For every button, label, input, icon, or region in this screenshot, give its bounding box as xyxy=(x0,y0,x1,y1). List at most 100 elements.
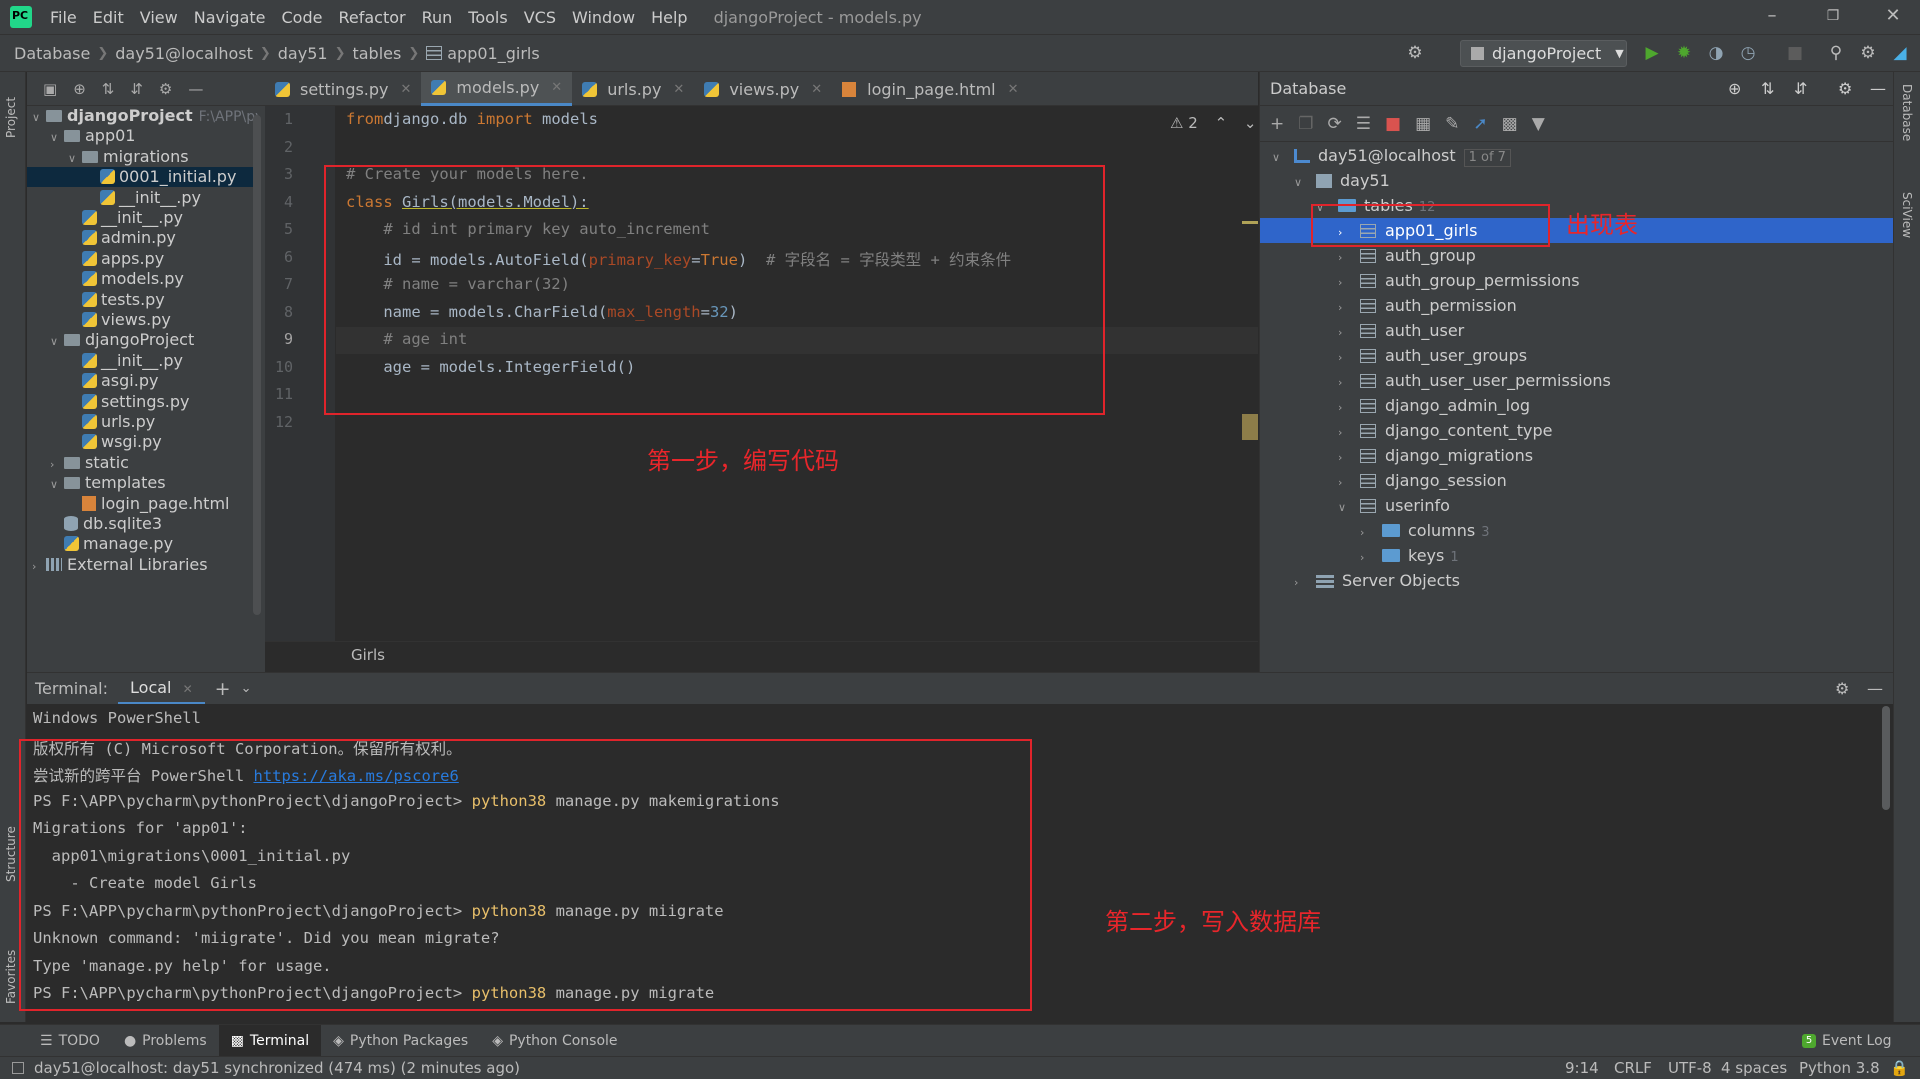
chevron-right-icon[interactable]: › xyxy=(1338,445,1352,470)
close-tab-icon[interactable]: ✕ xyxy=(401,82,412,97)
close-icon[interactable]: ✕ xyxy=(1883,6,1903,26)
new-session-icon[interactable]: + xyxy=(215,678,231,700)
todo-tool-button[interactable]: ☰ TODO xyxy=(28,1025,112,1057)
database-tree-item[interactable]: ∨ day51@localhost 1 of 7 xyxy=(1272,143,1511,168)
chevron-down-icon[interactable]: ∨ xyxy=(1294,170,1308,195)
database-tree-item[interactable]: ∨ day51 xyxy=(1294,168,1390,193)
project-tree-item[interactable]: admin.py xyxy=(68,228,176,248)
event-log-tool-button[interactable]: 5 Event Log xyxy=(1790,1025,1904,1057)
python-console-tool-button[interactable]: ◈ Python Console xyxy=(480,1025,629,1057)
close-tab-icon[interactable]: ✕ xyxy=(551,80,562,95)
chevron-right-icon[interactable]: › xyxy=(1338,420,1352,445)
tab-views-py[interactable]: views.py ✕ xyxy=(694,72,832,106)
run-config-select[interactable]: djangoProject ▼ xyxy=(1460,40,1627,67)
database-tree-item[interactable]: › auth_permission xyxy=(1338,293,1517,318)
database-tree-item[interactable]: › auth_user_user_permissions xyxy=(1338,368,1611,393)
tab-structure[interactable]: Structure xyxy=(4,812,18,882)
chevron-right-icon[interactable]: › xyxy=(1338,270,1352,295)
table-view-icon[interactable]: ▦ xyxy=(1415,114,1431,134)
tab-models-py[interactable]: models.py ✕ xyxy=(421,72,573,106)
menu-window[interactable]: Window xyxy=(572,8,635,27)
menu-edit[interactable]: Edit xyxy=(93,8,124,27)
crumb-schema[interactable]: day51 xyxy=(278,44,328,63)
next-highlight-icon[interactable]: ⌄ xyxy=(1244,114,1257,132)
project-tree-item[interactable]: tests.py xyxy=(68,290,165,310)
chevron-down-icon[interactable]: ∨ xyxy=(1338,495,1352,520)
database-tree-item[interactable]: › columns 3 xyxy=(1360,518,1490,543)
menu-help[interactable]: Help xyxy=(651,8,687,27)
chevron-right-icon[interactable]: › xyxy=(1338,370,1352,395)
project-tree-item[interactable]: __init__.py xyxy=(86,188,201,208)
refresh-icon[interactable]: ⟳ xyxy=(1328,114,1342,134)
chevron-down-icon[interactable]: ∨ xyxy=(32,108,46,126)
database-tree-item[interactable]: › Server Objects xyxy=(1294,568,1460,593)
coverage-icon[interactable]: ◑ xyxy=(1706,43,1726,63)
file-encoding[interactable]: UTF-8 xyxy=(1668,1059,1712,1077)
project-tree-item[interactable]: ∨ djangoProject xyxy=(50,330,194,350)
properties-icon[interactable]: ☰ xyxy=(1356,114,1371,134)
project-tree-item[interactable]: ∨ migrations xyxy=(68,147,189,167)
python-packages-tool-button[interactable]: ◈ Python Packages xyxy=(321,1025,480,1057)
chevron-right-icon[interactable]: › xyxy=(32,557,46,575)
database-tree-item[interactable]: › django_migrations xyxy=(1338,443,1533,468)
tab-favorites[interactable]: Favorites xyxy=(4,934,18,1004)
project-tree-item[interactable]: wsgi.py xyxy=(68,432,162,452)
user-icon[interactable]: ⚙ xyxy=(1405,43,1425,63)
query-console-icon[interactable]: ▩ xyxy=(1502,114,1518,134)
gear-icon[interactable]: ⚙ xyxy=(1838,79,1852,98)
chevron-down-icon[interactable]: ∨ xyxy=(50,128,64,146)
crumb-table[interactable]: app01_girls xyxy=(447,44,539,63)
chevron-right-icon[interactable]: › xyxy=(50,455,64,473)
tab-database[interactable]: Database xyxy=(1900,84,1914,164)
search-icon[interactable]: ⚲ xyxy=(1826,43,1846,63)
collapse-all-icon[interactable]: ⇵ xyxy=(1794,79,1807,98)
debug-icon[interactable]: ✹ xyxy=(1674,43,1694,63)
database-tree-item[interactable]: › auth_group_permissions xyxy=(1338,268,1580,293)
stop-icon[interactable]: ■ xyxy=(1385,114,1401,134)
menu-tools[interactable]: Tools xyxy=(468,8,507,27)
hide-icon[interactable]: — xyxy=(188,80,203,98)
stop-icon[interactable]: ■ xyxy=(1785,43,1805,63)
hide-icon[interactable]: — xyxy=(1867,679,1883,698)
tab-urls-py[interactable]: urls.py ✕ xyxy=(572,72,694,106)
inspection-widget[interactable]: ⚠ 2 ⌃ ⌄ xyxy=(1170,114,1257,132)
locate-icon[interactable]: ⊕ xyxy=(1728,79,1741,98)
expand-all-icon[interactable]: ⇅ xyxy=(102,80,115,98)
database-tree-item[interactable]: › django_admin_log xyxy=(1338,393,1530,418)
filter-icon[interactable]: ▼ xyxy=(1532,114,1545,134)
caret-position[interactable]: 9:14 xyxy=(1565,1059,1599,1077)
indent-setting[interactable]: 4 spaces xyxy=(1721,1059,1787,1077)
chevron-right-icon[interactable]: › xyxy=(1338,345,1352,370)
database-tree-item[interactable]: ∨ userinfo xyxy=(1338,493,1450,518)
minimize-icon[interactable]: – xyxy=(1762,6,1782,26)
tab-project[interactable]: Project xyxy=(4,78,18,138)
project-tree-item[interactable]: › External Libraries xyxy=(32,555,208,575)
view-mode-icon[interactable]: ▣ xyxy=(43,80,57,98)
close-tab-icon[interactable]: ✕ xyxy=(1008,82,1019,97)
jump-to-source-icon[interactable]: ➚ xyxy=(1473,114,1487,134)
chevron-right-icon[interactable]: › xyxy=(1338,395,1352,420)
status-toggle-icon[interactable] xyxy=(12,1062,24,1074)
gear-icon[interactable]: ⚙ xyxy=(1835,679,1849,698)
terminal-tab-local[interactable]: Local ✕ xyxy=(118,673,205,705)
project-tree-item[interactable]: models.py xyxy=(68,269,184,289)
menu-vcs[interactable]: VCS xyxy=(524,8,556,27)
hide-icon[interactable]: — xyxy=(1870,79,1886,98)
lock-icon[interactable]: 🔒 xyxy=(1890,1059,1909,1077)
add-icon[interactable]: + xyxy=(1270,114,1284,134)
project-tree-item[interactable]: 0001_initial.py xyxy=(27,167,253,188)
gear-icon[interactable]: ⚙ xyxy=(159,80,172,98)
previous-highlight-icon[interactable]: ⌃ xyxy=(1215,114,1228,132)
close-tab-icon[interactable]: ✕ xyxy=(811,82,822,97)
run-icon[interactable]: ▶ xyxy=(1642,43,1662,63)
tab-settings-py[interactable]: settings.py ✕ xyxy=(265,72,421,106)
chevron-right-icon[interactable]: › xyxy=(1360,545,1374,570)
profile-icon[interactable]: ◷ xyxy=(1738,43,1758,63)
project-tree-item[interactable]: ∨ app01 xyxy=(50,126,135,146)
menu-navigate[interactable]: Navigate xyxy=(194,8,266,27)
chevron-down-icon[interactable]: ∨ xyxy=(1272,145,1286,170)
project-tree-item[interactable]: views.py xyxy=(68,310,171,330)
project-tree-item[interactable]: ∨ djangoProject F:\APP\py xyxy=(32,106,258,126)
chevron-right-icon[interactable]: › xyxy=(1338,295,1352,320)
chevron-right-icon[interactable]: › xyxy=(1338,470,1352,495)
